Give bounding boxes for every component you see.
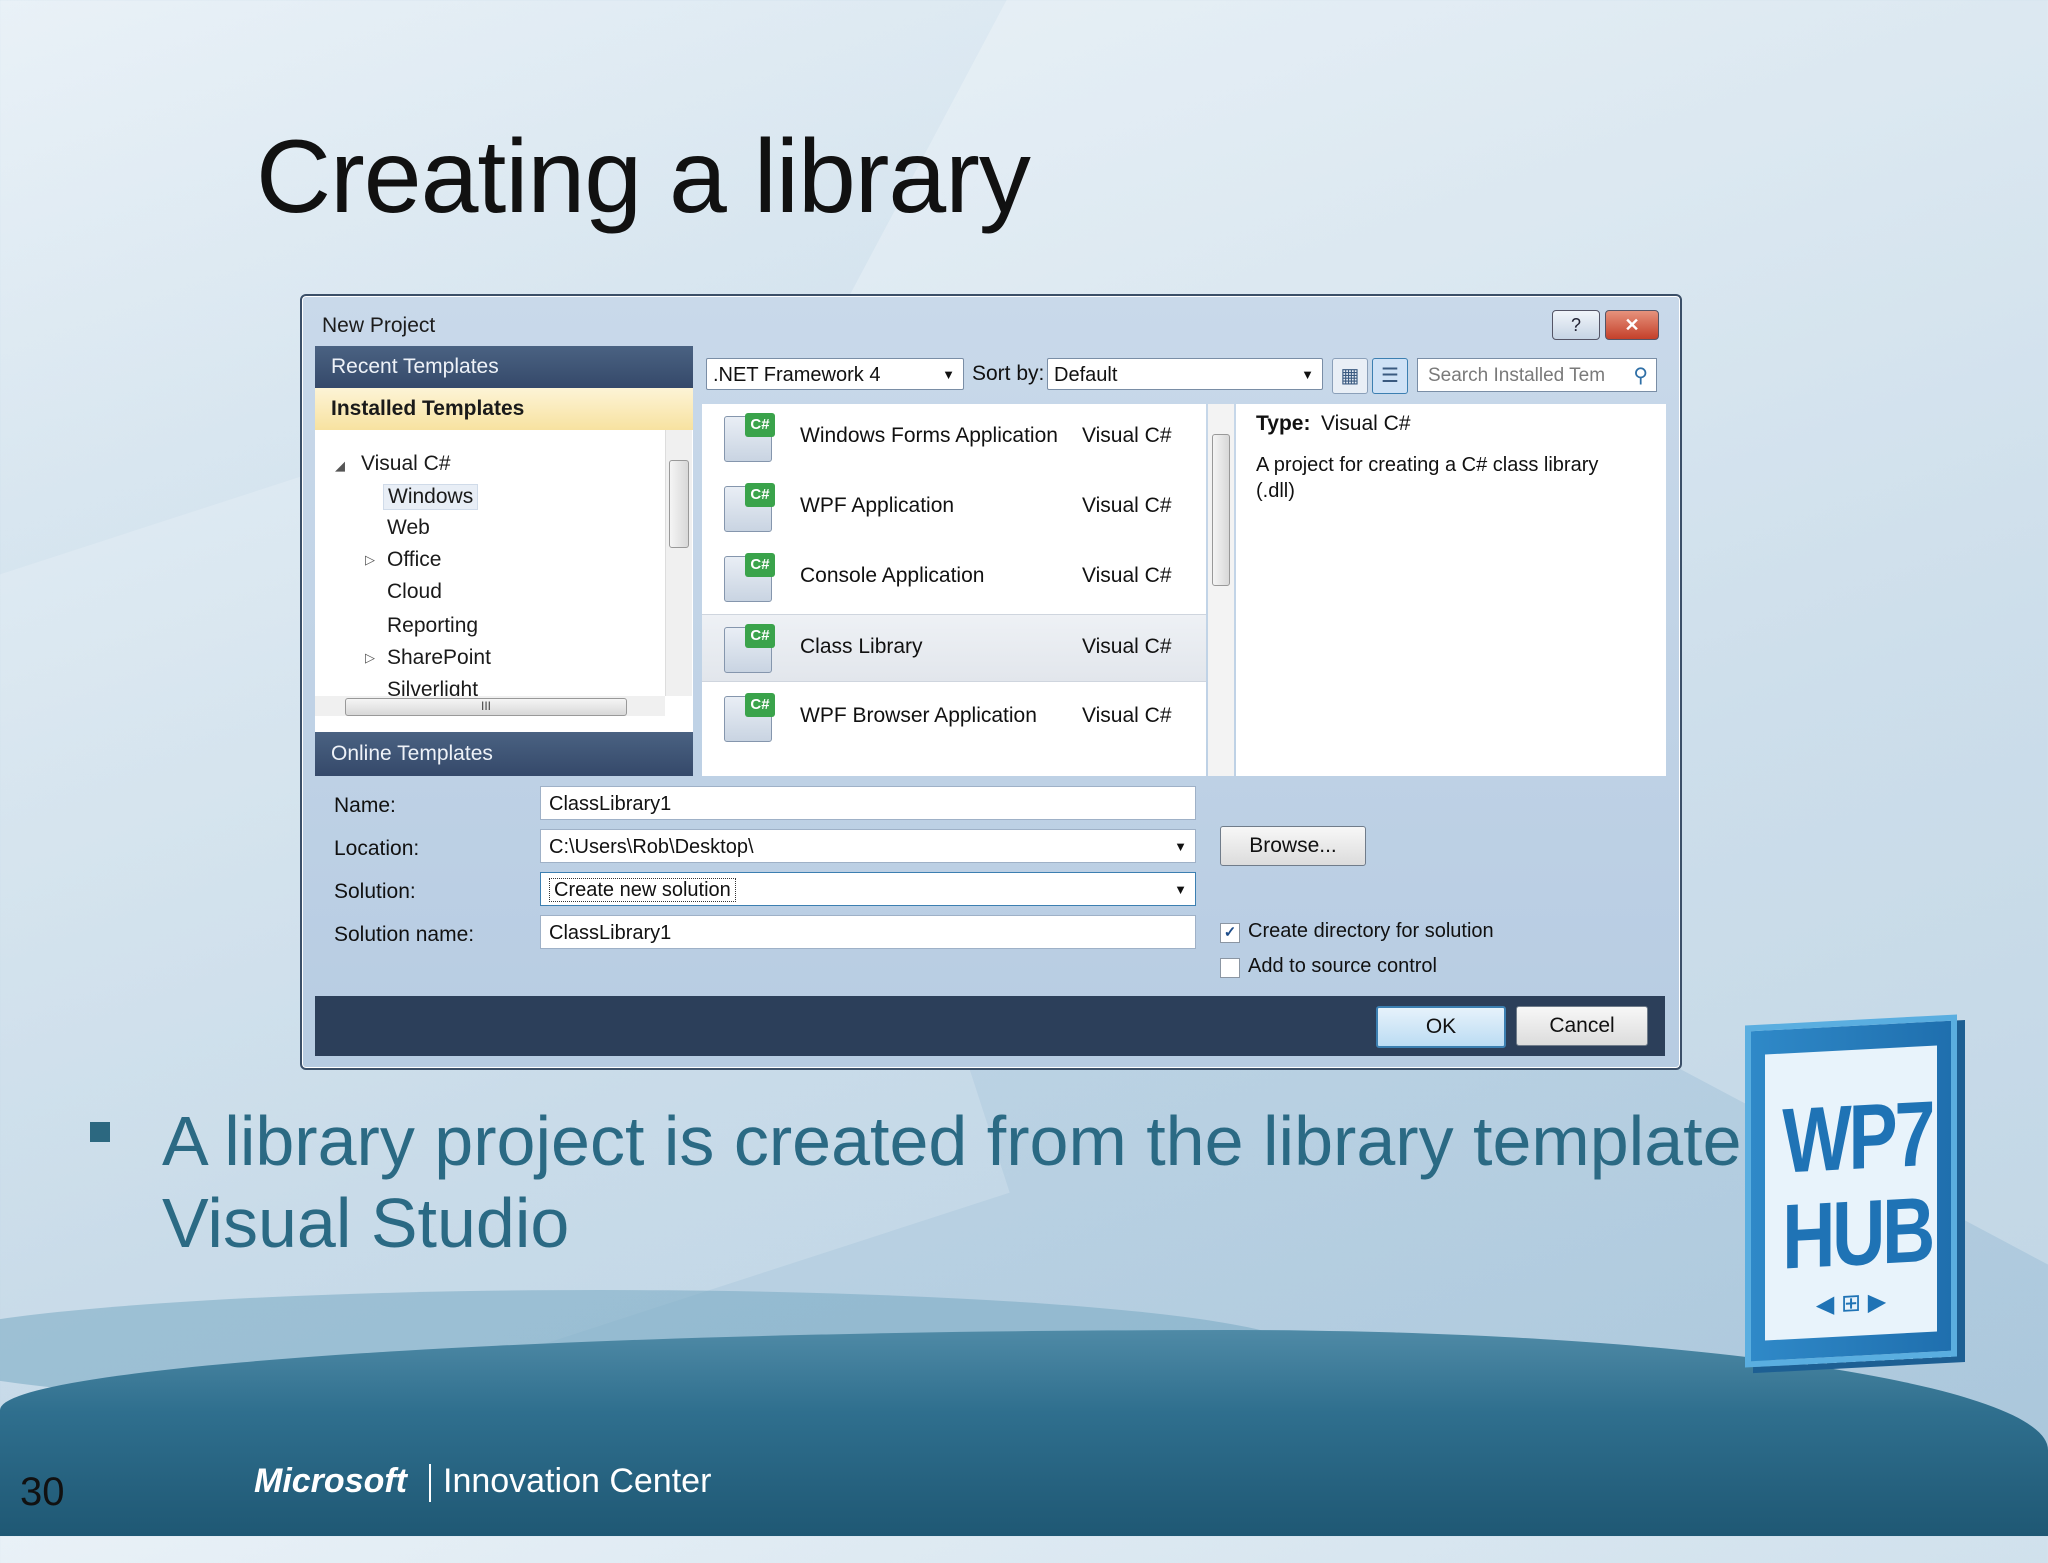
expanded-arrow-icon[interactable]: ◢ xyxy=(335,458,345,474)
chevron-down-icon: ▼ xyxy=(942,367,955,382)
sort-select[interactable]: Default ▼ xyxy=(1047,358,1323,390)
wp7-hub-logo: WP7 HUB ◀ ⊞ ▶ xyxy=(1745,1014,1957,1368)
tree-item-reporting[interactable]: Reporting xyxy=(387,614,478,638)
template-description-pane: Type: Visual C# A project for creating a… xyxy=(1236,404,1666,776)
solution-name-input[interactable]: ClassLibrary1 xyxy=(540,915,1196,949)
template-item[interactable]: C# Console Application Visual C# xyxy=(702,544,1206,610)
type-label: Type: xyxy=(1256,412,1311,435)
sort-by-label: Sort by: xyxy=(972,362,1045,385)
template-language: Visual C# xyxy=(1082,564,1172,587)
template-name: Windows Forms Application xyxy=(800,424,1058,447)
name-label: Name: xyxy=(334,794,396,817)
location-value: C:\Users\Rob\Desktop\ xyxy=(549,836,754,858)
small-icons-view-icon[interactable]: ▦ xyxy=(1332,358,1368,394)
details-view-icon[interactable]: ☰ xyxy=(1372,358,1408,394)
new-project-dialog: New Project ? ✕ Recent Templates Install… xyxy=(300,294,1682,1070)
template-name: WPF Browser Application xyxy=(800,704,1037,727)
scrollbar-thumb[interactable] xyxy=(1212,434,1230,586)
background-ground xyxy=(0,1330,2048,1536)
browse-button[interactable]: Browse... xyxy=(1220,826,1366,866)
tree-item-silverlight[interactable]: Silverlight xyxy=(387,678,478,696)
ok-button[interactable]: OK xyxy=(1376,1006,1506,1048)
dialog-title: New Project xyxy=(322,314,436,337)
location-label: Location: xyxy=(334,837,420,860)
chevron-down-icon: ▼ xyxy=(1174,839,1187,854)
project-name-input[interactable]: ClassLibrary1 xyxy=(540,786,1196,820)
solution-label: Solution: xyxy=(334,880,416,903)
phone-buttons-icon: ◀ ⊞ ▶ xyxy=(1815,1288,1887,1319)
console-application-icon: C# xyxy=(724,553,775,602)
tree-vertical-scrollbar[interactable] xyxy=(665,430,692,696)
tree-horizontal-scrollbar[interactable]: III xyxy=(315,696,665,716)
template-name: Class Library xyxy=(800,635,923,658)
template-description: A project for creating a C# class librar… xyxy=(1256,454,1599,502)
template-language: Visual C# xyxy=(1082,494,1172,517)
online-templates-header[interactable]: Online Templates xyxy=(315,732,693,776)
slide-title: Creating a library xyxy=(256,119,1031,235)
template-item[interactable]: C# Windows Forms Application Visual C# xyxy=(702,404,1206,470)
template-language: Visual C# xyxy=(1082,704,1172,727)
recent-templates-header[interactable]: Recent Templates xyxy=(315,346,693,388)
type-value: Visual C# xyxy=(1321,412,1411,435)
windows-forms-icon: C# xyxy=(724,413,775,462)
create-directory-checkbox[interactable]: ✓ xyxy=(1220,923,1240,943)
template-item[interactable]: C# WPF Browser Application Visual C# xyxy=(702,684,1206,750)
footer-brand: Microsoft xyxy=(254,1462,407,1500)
template-name: Console Application xyxy=(800,564,985,587)
solution-name-label: Solution name: xyxy=(334,923,475,946)
microsoft-innovation-center-logo: Microsoft Innovation Center xyxy=(254,1462,712,1503)
tree-item-cloud[interactable]: Cloud xyxy=(387,580,442,604)
search-placeholder: Search Installed Tem xyxy=(1428,365,1606,386)
class-library-icon: C# xyxy=(724,624,775,673)
slide-number: 30 xyxy=(20,1470,65,1514)
wpf-application-icon: C# xyxy=(724,483,775,532)
template-list: C# Windows Forms Application Visual C# C… xyxy=(702,404,1206,776)
template-item-selected[interactable]: C# Class Library Visual C# xyxy=(702,614,1206,682)
framework-select[interactable]: .NET Framework 4 ▼ xyxy=(706,358,964,390)
collapsed-arrow-icon[interactable]: ▷ xyxy=(365,650,375,666)
scrollbar-thumb[interactable] xyxy=(669,460,689,548)
create-directory-label: Create directory for solution xyxy=(1248,920,1494,942)
tree-item-office[interactable]: Office xyxy=(387,548,441,572)
solution-select[interactable]: Create new solution ▼ xyxy=(540,872,1196,906)
framework-value: .NET Framework 4 xyxy=(713,364,881,386)
installed-templates-header[interactable]: Installed Templates xyxy=(315,388,693,430)
location-combo[interactable]: C:\Users\Rob\Desktop\ ▼ xyxy=(540,829,1196,863)
template-name: WPF Application xyxy=(800,494,955,517)
search-icon[interactable]: ⚲ xyxy=(1633,359,1648,393)
template-categories-pane: Recent Templates Installed Templates ◢ V… xyxy=(315,346,693,776)
tree-item-sharepoint[interactable]: SharePoint xyxy=(387,646,491,670)
source-control-checkbox[interactable] xyxy=(1220,958,1240,978)
close-button[interactable]: ✕ xyxy=(1605,310,1659,340)
help-button[interactable]: ? xyxy=(1552,310,1600,340)
sort-value: Default xyxy=(1054,364,1118,386)
collapsed-arrow-icon[interactable]: ▷ xyxy=(365,552,375,568)
template-language: Visual C# xyxy=(1082,635,1172,658)
tree-item-web[interactable]: Web xyxy=(387,516,430,540)
bullet-square-icon xyxy=(90,1122,110,1142)
template-language: Visual C# xyxy=(1082,424,1172,447)
chevron-down-icon: ▼ xyxy=(1301,367,1314,382)
scrollbar-thumb[interactable]: III xyxy=(345,698,627,716)
badge-line2: HUB xyxy=(1782,1178,1933,1289)
solution-value: Create new solution xyxy=(549,878,736,902)
tree-item-windows[interactable]: Windows xyxy=(383,484,479,510)
template-item[interactable]: C# WPF Application Visual C# xyxy=(702,474,1206,540)
search-installed-templates-input[interactable]: Search Installed Tem ⚲ xyxy=(1417,358,1657,392)
footer-suffix: Innovation Center xyxy=(443,1462,712,1500)
tree-item-visual-csharp[interactable]: Visual C# xyxy=(361,452,451,476)
badge-line1: WP7 xyxy=(1782,1082,1933,1193)
cancel-button[interactable]: Cancel xyxy=(1516,1006,1648,1046)
source-control-label: Add to source control xyxy=(1248,955,1437,977)
chevron-down-icon: ▼ xyxy=(1174,882,1187,897)
bullet-text: A library project is created from the li… xyxy=(162,1102,1816,1262)
template-tree: ◢ Visual C# Windows Web ▷ Office Cloud R… xyxy=(315,430,665,696)
template-list-scrollbar[interactable] xyxy=(1208,404,1234,776)
wpf-browser-application-icon: C# xyxy=(724,693,775,742)
